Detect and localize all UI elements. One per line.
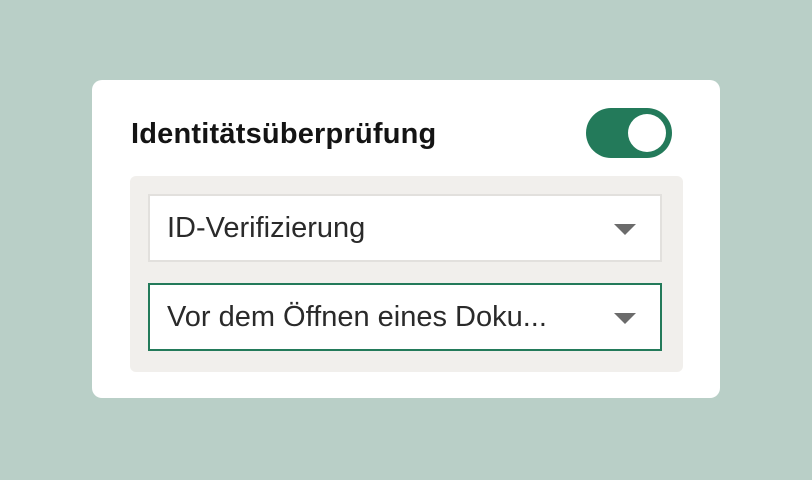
toggle-knob — [628, 114, 666, 152]
verification-method-select[interactable]: ID-Verifizierung — [148, 194, 662, 262]
chevron-down-icon — [614, 224, 636, 235]
card-title: Identitätsüberprüfung — [131, 118, 437, 150]
verification-timing-value: Vor dem Öffnen eines Doku... — [167, 301, 547, 333]
identity-verification-card: Identitätsüberprüfung ID-Verifizierung V… — [92, 80, 720, 398]
chevron-down-icon — [614, 313, 636, 324]
identity-verification-toggle[interactable] — [586, 108, 672, 158]
verification-method-value: ID-Verifizierung — [167, 212, 366, 244]
verification-settings-panel: ID-Verifizierung Vor dem Öffnen eines Do… — [130, 176, 683, 372]
verification-timing-select[interactable]: Vor dem Öffnen eines Doku... — [148, 283, 662, 351]
